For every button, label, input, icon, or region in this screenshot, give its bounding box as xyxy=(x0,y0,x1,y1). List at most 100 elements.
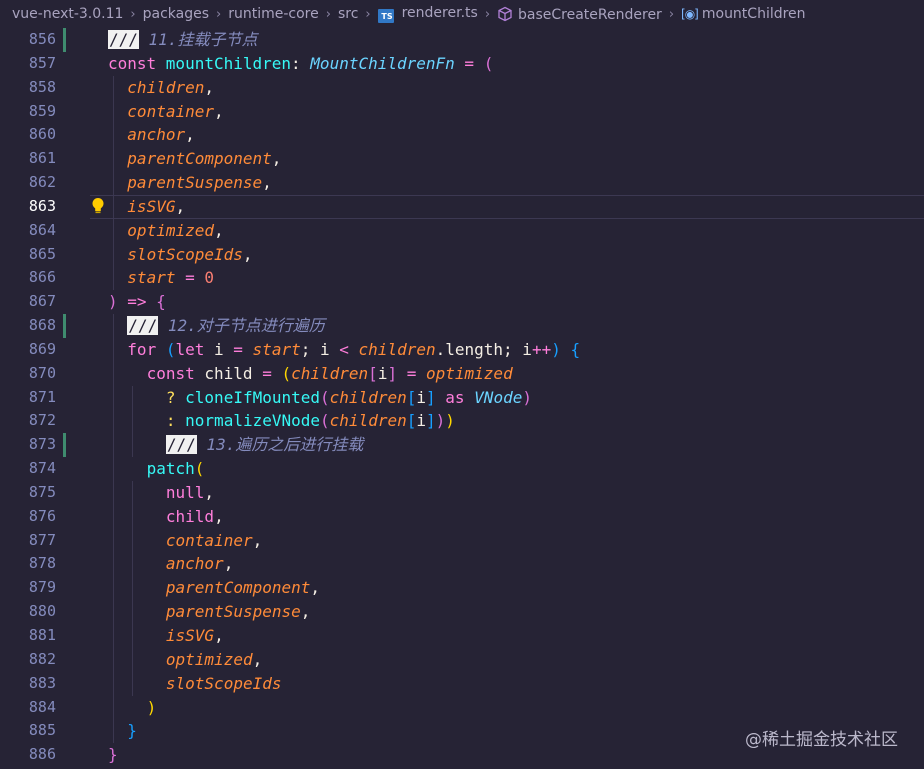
code-line[interactable]: 879 parentComponent, xyxy=(0,576,924,600)
breadcrumb-label: runtime-core xyxy=(228,6,319,22)
code-line[interactable]: 857 const mountChildren: MountChildrenFn … xyxy=(0,52,924,76)
code-token: } xyxy=(108,745,118,765)
code-text: ? cloneIfMounted(children[i] as VNode) xyxy=(166,386,532,410)
code-token: i xyxy=(214,339,224,359)
code-line[interactable]: 884) xyxy=(0,696,924,720)
line-number: 863 xyxy=(28,196,56,215)
code-line[interactable]: 877 container, xyxy=(0,529,924,553)
code-text: slotScopeIds xyxy=(166,672,282,696)
code-text: /// 12.对子节点进行遍历 xyxy=(127,314,325,338)
code-line[interactable]: 870 const child = (children[i] = optimize… xyxy=(0,362,924,386)
code-token: cloneIfMounted xyxy=(185,387,321,407)
line-number: 873 xyxy=(28,435,56,454)
code-token: { xyxy=(156,292,166,312)
line-number: 884 xyxy=(28,697,56,716)
line-number: 876 xyxy=(28,506,56,525)
line-number: 872 xyxy=(28,411,56,430)
code-token: null xyxy=(165,482,205,502)
code-text: isSVG, xyxy=(127,195,185,219)
code-line[interactable]: 860 anchor, xyxy=(0,123,924,147)
code-token: ; xyxy=(300,339,320,359)
code-token: isSVG xyxy=(165,626,215,645)
code-token: i xyxy=(319,339,330,359)
code-token: const xyxy=(108,53,166,73)
code-line[interactable]: 866 start = 0 xyxy=(0,266,924,290)
code-token: , xyxy=(242,244,253,264)
code-line[interactable]: 882 optimized, xyxy=(0,648,924,672)
code-line[interactable]: 878 anchor, xyxy=(0,552,924,576)
code-line[interactable]: 867) => { xyxy=(0,290,924,314)
code-text: child, xyxy=(166,505,224,529)
breadcrumb-item[interactable]: vue-next-3.0.11 xyxy=(12,6,123,22)
code-token: mountChildren xyxy=(165,53,292,73)
code-token: } xyxy=(127,721,137,741)
code-token: ) xyxy=(108,292,118,312)
code-line[interactable]: 875 null, xyxy=(0,481,924,505)
code-line[interactable]: 859 container, xyxy=(0,100,924,124)
code-line[interactable]: 871? cloneIfMounted(children[i] as VNode… xyxy=(0,386,924,410)
code-token: VNode xyxy=(474,387,523,407)
code-token: ) xyxy=(146,697,157,717)
line-number: 875 xyxy=(28,482,56,501)
code-token: [ xyxy=(368,363,378,383)
code-line[interactable]: 872: normalizeVNode(children[i])) xyxy=(0,409,924,433)
code-line[interactable]: 880 parentSuspense, xyxy=(0,600,924,624)
code-token: i xyxy=(377,363,388,383)
lightbulb-icon[interactable] xyxy=(91,197,105,215)
code-token: start xyxy=(127,268,176,288)
code-text: } xyxy=(127,719,137,743)
code-token: container xyxy=(165,530,253,550)
code-line[interactable]: 874 patch( xyxy=(0,457,924,481)
code-text: anchor, xyxy=(166,552,233,576)
code-token: = xyxy=(252,363,282,383)
code-line[interactable]: 863 isSVG, xyxy=(0,194,924,219)
line-number: 881 xyxy=(28,626,56,644)
breadcrumb-item[interactable]: packages xyxy=(143,6,209,22)
chevron-right-icon: › xyxy=(365,6,371,22)
code-token: optimized xyxy=(165,649,253,669)
code-line[interactable]: 868 /// 12.对子节点进行遍历 xyxy=(0,314,924,338)
code-token: , xyxy=(214,220,224,240)
code-token: ( xyxy=(194,459,205,479)
code-line[interactable]: 864 optimized, xyxy=(0,219,924,243)
breadcrumb-item[interactable]: [◉] mountChildren xyxy=(681,6,806,22)
code-text: start = 0 xyxy=(127,266,214,290)
code-line[interactable]: 873 /// 13.遍历之后进行挂载 xyxy=(0,433,924,458)
code-line[interactable]: 881 isSVG, xyxy=(0,624,924,648)
code-token: .length; xyxy=(435,339,523,359)
line-number: 874 xyxy=(28,459,56,478)
breadcrumb-item[interactable]: src xyxy=(338,6,358,22)
line-number: 864 xyxy=(28,220,56,239)
line-number: 886 xyxy=(28,745,56,764)
code-token: slotScopeIds xyxy=(127,244,243,264)
code-token: : xyxy=(165,411,186,431)
code-line[interactable]: 883 slotScopeIds xyxy=(0,672,924,696)
code-line[interactable]: 856 /// 11.挂载子节点 xyxy=(0,28,924,52)
breadcrumb-item[interactable]: baseCreateRenderer xyxy=(497,6,662,23)
code-token: ) xyxy=(522,387,532,407)
code-token: i xyxy=(416,387,426,407)
line-number: 859 xyxy=(28,101,56,120)
breadcrumb-item[interactable]: runtime-core xyxy=(228,6,319,22)
line-number: 880 xyxy=(28,602,56,621)
line-number: 865 xyxy=(28,244,56,263)
code-line[interactable]: 865 slotScopeIds, xyxy=(0,243,924,267)
code-line[interactable]: 876 child, xyxy=(0,505,924,529)
code-token: isSVG xyxy=(127,196,176,216)
breadcrumb-label: baseCreateRenderer xyxy=(518,6,662,23)
breadcrumb-item[interactable]: TS renderer.ts xyxy=(377,5,478,23)
code-token: as xyxy=(435,387,475,407)
code-token: [ xyxy=(406,411,417,431)
code-editor[interactable]: 856 /// 11.挂载子节点 857 const mountChildren: M… xyxy=(0,28,924,769)
code-text: children, xyxy=(127,76,214,100)
code-line[interactable]: 861 parentComponent, xyxy=(0,147,924,171)
code-line[interactable]: 862 parentSuspense, xyxy=(0,171,924,195)
line-number: 870 xyxy=(28,363,56,382)
line-number: 885 xyxy=(28,721,56,740)
code-line[interactable]: 858 children, xyxy=(0,76,924,100)
code-line[interactable]: 869 for (let i = start; i < children.leng… xyxy=(0,338,924,362)
code-text: parentSuspense, xyxy=(127,171,272,195)
code-token: , xyxy=(214,506,224,526)
line-number: 862 xyxy=(28,173,56,192)
comment-slash-token: /// xyxy=(127,316,159,336)
